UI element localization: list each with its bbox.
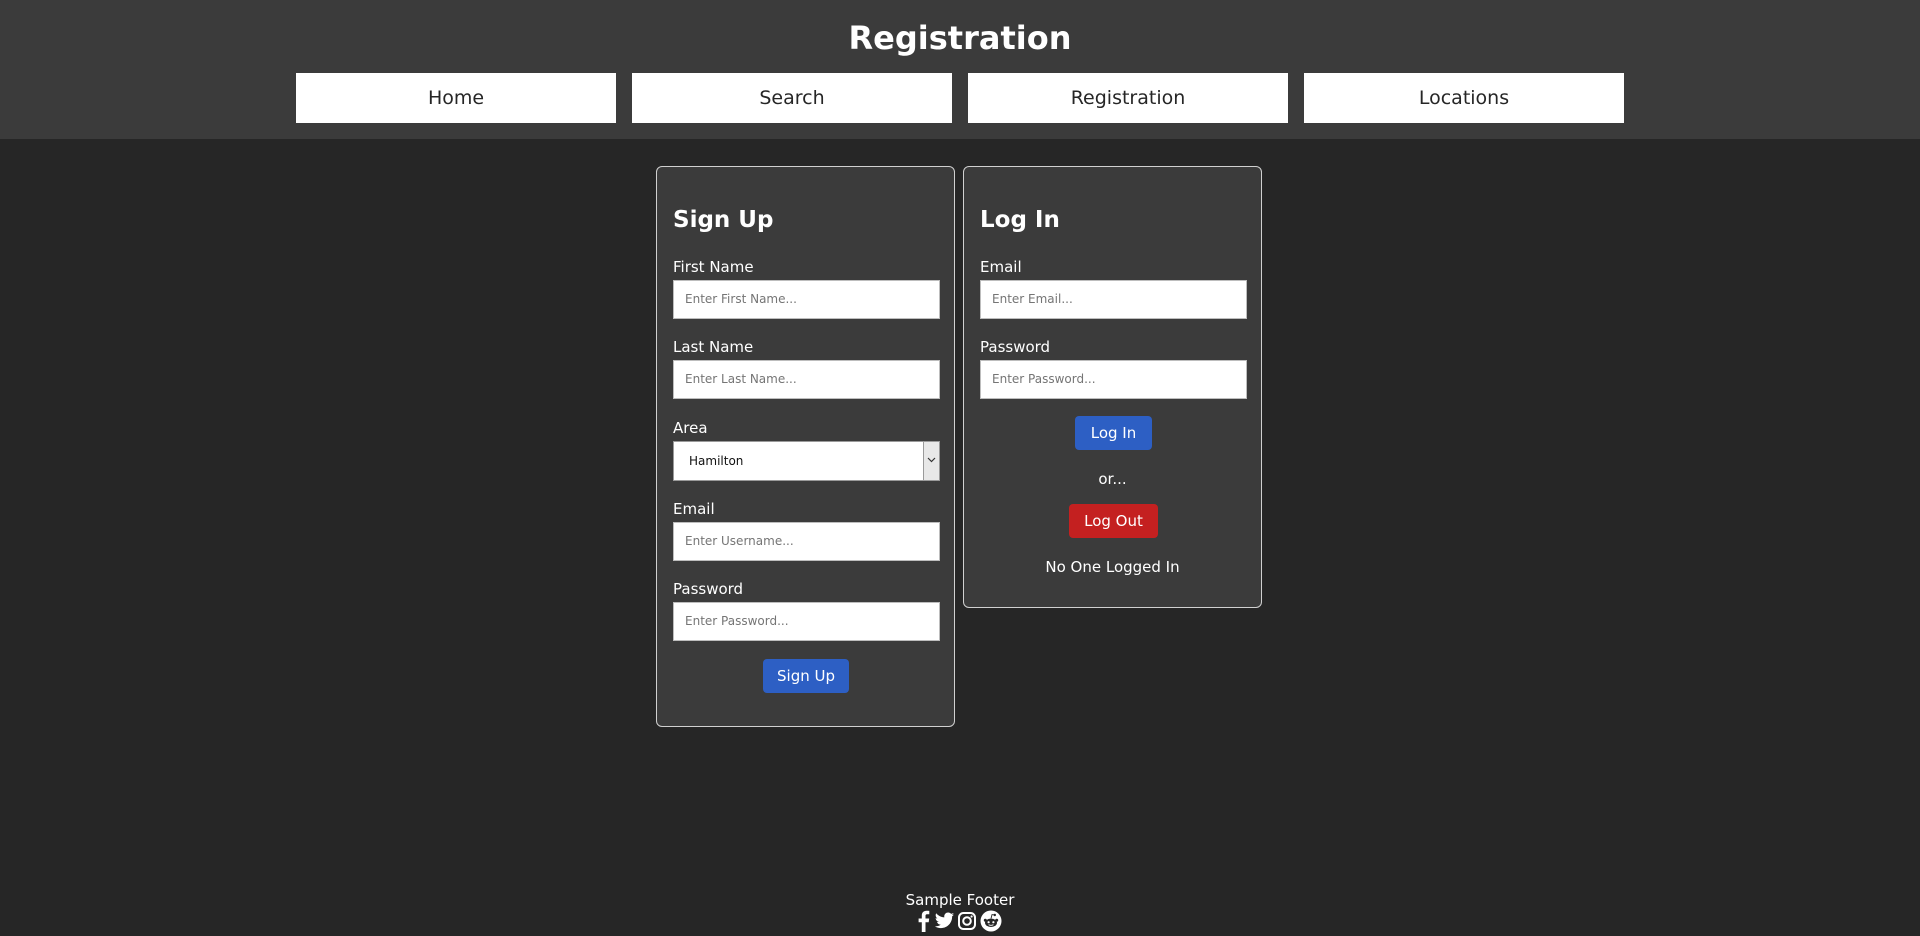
reddit-icon[interactable] xyxy=(980,910,1002,932)
login-email-input[interactable]: Enter Email... xyxy=(980,280,1247,319)
login-email-label: Email xyxy=(980,258,1022,276)
area-select[interactable]: Hamilton xyxy=(673,441,940,481)
login-status: No One Logged In xyxy=(1045,558,1180,576)
first-name-label: First Name xyxy=(673,258,754,276)
signup-email-input[interactable]: Enter Username... xyxy=(673,522,940,561)
login-password-label: Password xyxy=(980,338,1051,356)
nav-home[interactable]: Home xyxy=(296,73,616,123)
signup-password-input[interactable]: Enter Password... xyxy=(673,602,940,641)
area-label: Area xyxy=(673,419,708,437)
nav-registration[interactable]: Registration xyxy=(968,73,1288,123)
signup-button[interactable]: Sign Up xyxy=(763,659,849,693)
last-name-label: Last Name xyxy=(673,338,754,356)
nav-locations[interactable]: Locations xyxy=(1304,73,1624,123)
first-name-input[interactable]: Enter First Name... xyxy=(673,280,940,319)
or-text: or... xyxy=(1098,470,1127,488)
login-title: Log In xyxy=(980,207,1060,233)
signup-password-label: Password xyxy=(673,580,744,598)
logout-button[interactable]: Log Out xyxy=(1069,504,1158,538)
area-select-value: Hamilton xyxy=(689,454,744,468)
nav-search[interactable]: Search xyxy=(632,73,952,123)
site-header: Registration Home Search Registration Lo… xyxy=(0,0,1920,139)
facebook-icon[interactable] xyxy=(917,910,930,932)
login-password-input[interactable]: Enter Password... xyxy=(980,360,1247,399)
login-button[interactable]: Log In xyxy=(1075,416,1152,450)
signup-card: Sign Up First Name Enter First Name... L… xyxy=(656,166,955,727)
last-name-input[interactable]: Enter Last Name... xyxy=(673,360,940,399)
chevron-down-icon xyxy=(923,442,939,480)
twitter-icon[interactable] xyxy=(934,910,955,932)
instagram-icon[interactable] xyxy=(957,910,977,932)
page-title: Registration xyxy=(848,19,1072,57)
signup-email-label: Email xyxy=(673,500,715,518)
footer-text: Sample Footer xyxy=(905,891,1015,909)
signup-title: Sign Up xyxy=(673,207,774,233)
login-card: Log In Email Enter Email... Password Ent… xyxy=(963,166,1262,608)
